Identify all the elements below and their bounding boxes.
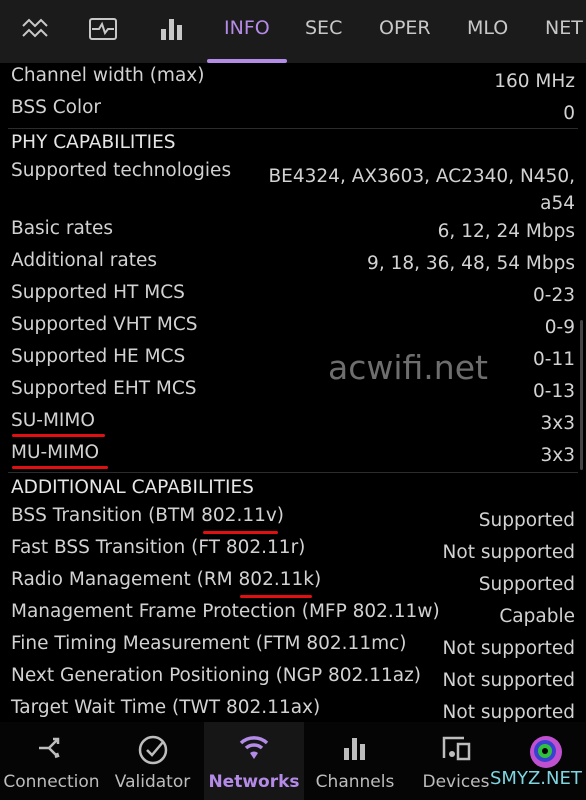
row-value: 0-11	[533, 349, 575, 370]
row-value: Not supported	[442, 542, 575, 563]
info-row: Fine Timing Measurement (FTM 802.11mc) No…	[11, 633, 575, 659]
info-row: Supported technologies BE4324, AX3603, AC…	[11, 160, 575, 214]
row-label: BSS Transition (BTM 802.11v)	[11, 505, 285, 526]
row-label: SU-MIMO	[11, 410, 95, 431]
row-value: Not supported	[442, 638, 575, 659]
row-label: Management Frame Protection (MFP 802.11w…	[11, 601, 440, 622]
info-row: Supported VHT MCS 0-9	[11, 314, 575, 338]
row-label: MU-MIMO	[11, 442, 100, 463]
row-value: 3x3	[540, 413, 576, 434]
red-underline	[203, 531, 278, 534]
row-value: Supported	[478, 574, 575, 595]
info-row: Radio Management (RM 802.11k) Supported	[11, 569, 575, 595]
top-tab-bar: INFO SEC OPER MLO NET	[0, 0, 586, 63]
logo-watermark-icon	[530, 736, 562, 768]
red-underline	[12, 434, 105, 437]
devices-icon	[442, 736, 471, 761]
nav-channels[interactable]: Channels	[308, 722, 402, 800]
info-row: Supported EHT MCS 0-13	[11, 378, 575, 402]
info-row: Supported HT MCS 0-23	[11, 282, 575, 306]
tab-net[interactable]: NET	[545, 17, 583, 39]
row-label: Supported EHT MCS	[11, 378, 197, 399]
row-label: Supported VHT MCS	[11, 314, 198, 335]
row-label: Basic rates	[11, 218, 114, 239]
row-label: Fine Timing Measurement (FTM 802.11mc)	[11, 633, 407, 654]
info-row: Additional rates 9, 18, 36, 48, 54 Mbps	[11, 250, 575, 274]
connection-icon	[38, 737, 60, 759]
divider	[8, 128, 578, 129]
info-row: BSS Transition (BTM 802.11v) Supported	[11, 505, 575, 531]
active-tab-indicator	[207, 59, 287, 63]
info-row: Supported HE MCS 0-11	[11, 346, 575, 370]
info-row: Target Wait Time (TWT 802.11ax) Not suppo…	[11, 697, 575, 723]
row-value: Supported	[478, 510, 575, 531]
section-title-phy: PHY CAPABILITIES	[11, 132, 176, 153]
nav-networks[interactable]: Networks	[204, 722, 304, 800]
nav-connection[interactable]: Connection	[0, 722, 103, 800]
info-row: Fast BSS Transition (FT 802.11r) Not supp…	[11, 537, 575, 563]
info-row: MU-MIMO 3x3	[11, 442, 576, 466]
section-title-additional: ADDITIONAL CAPABILITIES	[11, 477, 254, 498]
tab-info[interactable]: INFO	[224, 17, 270, 39]
wifi-icon	[239, 736, 269, 759]
info-row: BSS Color 0	[11, 97, 575, 124]
row-label: Fast BSS Transition (FT 802.11r)	[11, 537, 306, 558]
row-value: Not supported	[442, 670, 575, 691]
row-value: 9, 18, 36, 48, 54 Mbps	[367, 253, 575, 274]
nav-validator[interactable]: Validator	[105, 722, 200, 800]
row-label: Target Wait Time (TWT 802.11ax)	[11, 697, 321, 718]
row-value: 0-23	[533, 285, 575, 306]
row-label: Additional rates	[11, 250, 157, 271]
row-value: 0-9	[544, 317, 575, 338]
nav-devices[interactable]: Devices	[410, 722, 502, 800]
row-value: 6, 12, 24 Mbps	[437, 221, 575, 242]
info-row: SU-MIMO 3x3	[11, 410, 576, 434]
row-label: Supported HT MCS	[11, 282, 185, 303]
row-label: Supported HE MCS	[11, 346, 186, 367]
tab-sec[interactable]: SEC	[305, 17, 342, 39]
row-label: Next Generation Positioning (NGP 802.11a…	[11, 665, 422, 686]
monitor-pulse-icon[interactable]	[88, 16, 118, 42]
scrollbar[interactable]	[580, 320, 583, 470]
row-value: 3x3	[540, 445, 576, 466]
check-circle-icon	[138, 735, 167, 765]
watermark: acwifi.net	[328, 348, 488, 387]
info-row: Basic rates 6, 12, 24 Mbps	[11, 218, 575, 242]
divider	[8, 472, 578, 473]
info-row: Channel width (max) 160 MHz	[11, 65, 575, 92]
row-value: 0-13	[533, 381, 575, 402]
watermark-smyz: SMYZ.NET	[490, 768, 582, 789]
row-value: Capable	[499, 606, 575, 627]
row-label: Radio Management (RM 802.11k)	[11, 569, 322, 590]
bar-chart-icon[interactable]	[158, 16, 188, 42]
tab-mlo[interactable]: MLO	[467, 17, 508, 39]
bar-chart-icon	[344, 738, 365, 760]
signal-graph-icon[interactable]	[20, 16, 50, 42]
info-row: Management Frame Protection (MFP 802.11w…	[11, 601, 575, 627]
red-underline	[240, 595, 312, 598]
red-underline	[12, 466, 108, 469]
tab-oper[interactable]: OPER	[379, 17, 431, 39]
info-row: Next Generation Positioning (NGP 802.11a…	[11, 665, 575, 691]
row-value: Not supported	[442, 702, 575, 723]
